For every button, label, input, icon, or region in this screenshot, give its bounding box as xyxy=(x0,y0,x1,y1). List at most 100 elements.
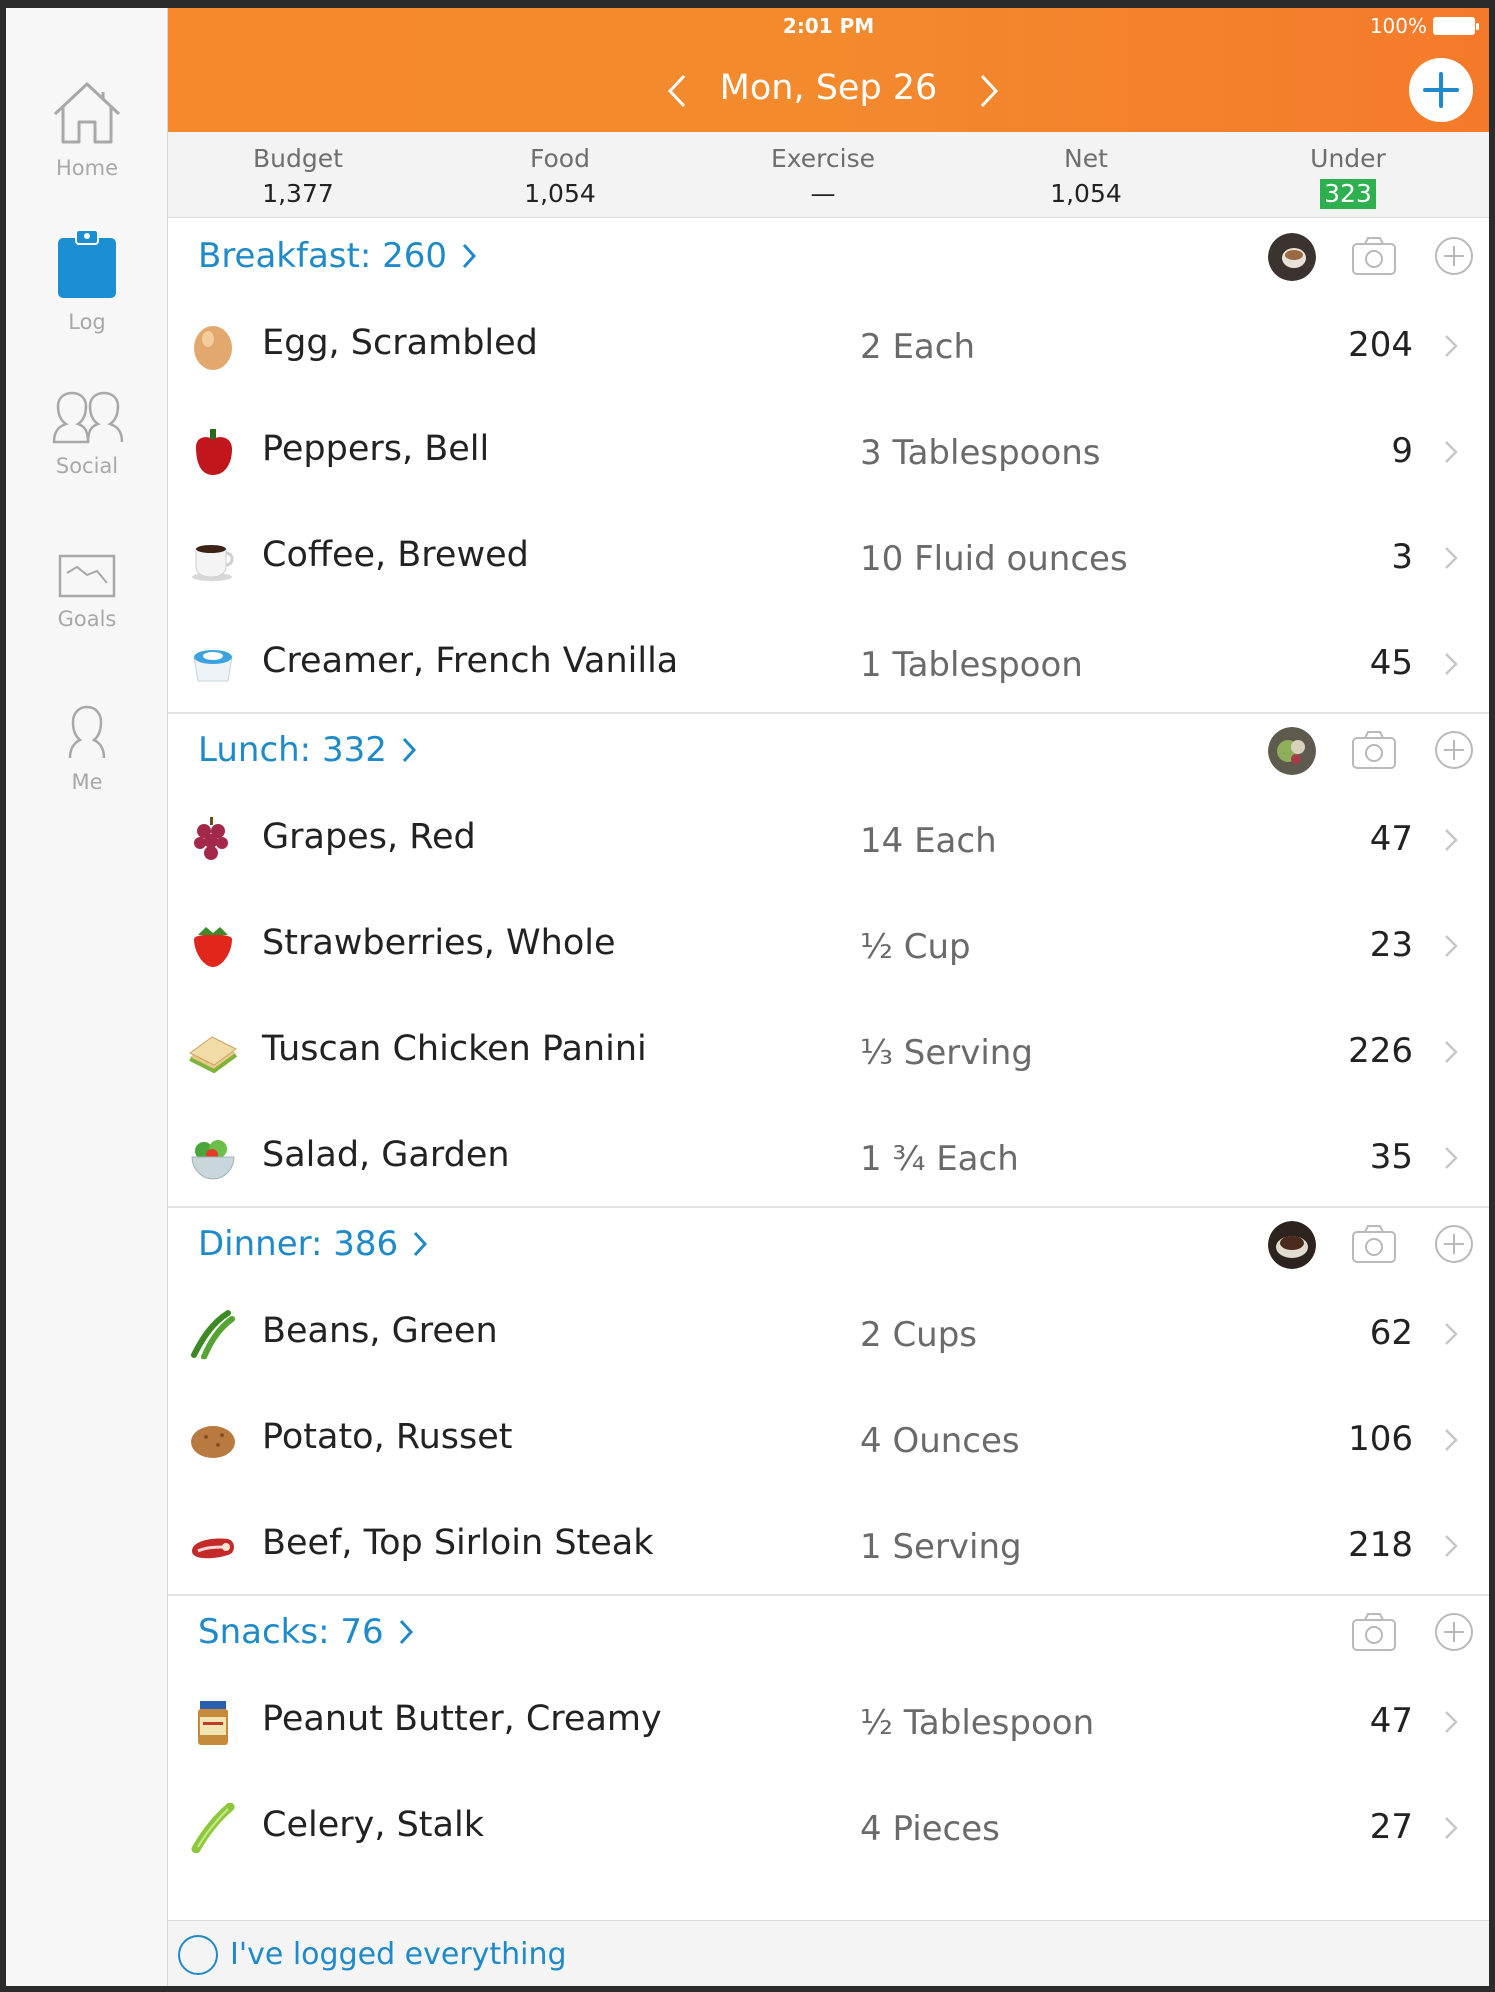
grapes-icon xyxy=(194,817,228,860)
camera-icon[interactable] xyxy=(1351,1612,1397,1652)
egg-icon xyxy=(194,326,232,370)
summary-food: Food 1,054 xyxy=(524,144,596,208)
under-badge: 323 xyxy=(1320,179,1376,209)
summary-under: Under 323 xyxy=(1310,144,1386,209)
dinner-header: Dinner: 386 xyxy=(168,1208,1489,1282)
people-icon xyxy=(52,391,124,444)
chevron-right-icon xyxy=(414,1231,428,1257)
add-circle-icon[interactable] xyxy=(1434,236,1474,276)
logged-label[interactable]: I've logged everything xyxy=(230,1937,567,1972)
food-row[interactable]: Potato, Russet 4 Ounces 106 xyxy=(168,1387,1489,1493)
chevron-right-icon xyxy=(462,243,477,269)
sidebar-item-me[interactable]: Me xyxy=(6,704,168,794)
top-bar: 2:01 PM 100% Mon, Sep 26 xyxy=(168,8,1489,132)
strawberry-icon xyxy=(194,927,232,967)
calorie-summary: Budget 1,377 Food 1,054 Exercise — Net 1… xyxy=(168,132,1489,218)
food-row[interactable]: Peppers, Bell 3 Tablespoons 9 xyxy=(168,399,1489,505)
snacks-title[interactable]: Snacks: 76 xyxy=(198,1612,414,1652)
coffee-cup-icon xyxy=(192,545,234,581)
chevron-right-icon xyxy=(1445,1535,1458,1557)
sidebar-item-label: Social xyxy=(55,454,119,478)
status-battery: 100% xyxy=(1369,14,1479,38)
dinner-title[interactable]: Dinner: 386 xyxy=(198,1224,428,1264)
date-navigation: Mon, Sep 26 xyxy=(168,66,1489,116)
green-beans-icon xyxy=(191,1310,235,1359)
add-circle-icon[interactable] xyxy=(1434,1224,1474,1264)
sidebar: Home Log Social Goals Me xyxy=(6,8,168,1986)
chevron-right-icon xyxy=(1445,829,1458,851)
battery-icon xyxy=(1433,17,1479,35)
food-row[interactable]: Celery, Stalk 4 Pieces 27 xyxy=(168,1775,1489,1881)
breakfast-header: Breakfast: 260 xyxy=(168,220,1489,294)
chevron-right-icon xyxy=(1445,547,1458,569)
food-row[interactable]: Grapes, Red 14 Each 47 xyxy=(168,787,1489,893)
add-circle-icon[interactable] xyxy=(1434,730,1474,770)
sidebar-item-label: Log xyxy=(68,310,106,334)
chevron-right-icon xyxy=(1445,1147,1458,1169)
lunch-header: Lunch: 332 xyxy=(168,714,1489,788)
meal-photo[interactable] xyxy=(1268,1221,1316,1269)
chevron-right-icon xyxy=(1445,935,1458,957)
person-icon xyxy=(68,705,106,759)
date-label[interactable]: Mon, Sep 26 xyxy=(168,68,1489,108)
food-row[interactable]: Strawberries, Whole ½ Cup 23 xyxy=(168,893,1489,999)
sandwich-icon xyxy=(189,1036,238,1074)
breakfast-title[interactable]: Breakfast: 260 xyxy=(198,236,477,276)
chevron-right-icon xyxy=(1445,1041,1458,1063)
meal-photo[interactable] xyxy=(1268,727,1316,775)
logged-checkbox[interactable] xyxy=(178,1935,218,1975)
camera-icon[interactable] xyxy=(1351,1224,1397,1264)
app-window: Home Log Social Goals Me 2:01 PM 100% Mo… xyxy=(6,8,1489,1986)
home-icon xyxy=(53,82,121,144)
sidebar-item-social[interactable]: Social xyxy=(6,390,168,478)
sidebar-item-home[interactable]: Home xyxy=(6,78,168,180)
add-circle-icon[interactable] xyxy=(1434,1612,1474,1652)
camera-icon[interactable] xyxy=(1351,236,1397,276)
battery-percent: 100% xyxy=(1369,14,1427,38)
status-time: 2:01 PM xyxy=(782,14,875,38)
meal-photo[interactable] xyxy=(1268,233,1316,281)
chevron-right-icon xyxy=(1445,1323,1458,1345)
summary-net: Net 1,054 xyxy=(1050,144,1122,208)
bell-pepper-icon xyxy=(196,429,232,475)
chevron-right-icon xyxy=(1445,1817,1458,1839)
food-row[interactable]: Coffee, Brewed 10 Fluid ounces 3 xyxy=(168,505,1489,611)
chevron-right-icon xyxy=(402,737,416,763)
food-row[interactable]: Peanut Butter, Creamy ½ Tablespoon 47 xyxy=(168,1669,1489,1775)
food-row[interactable]: Salad, Garden 1 ¾ Each 35 xyxy=(168,1105,1489,1211)
food-row[interactable]: Creamer, French Vanilla 1 Tablespoon 45 xyxy=(168,611,1489,717)
clipboard-icon xyxy=(58,229,116,298)
steak-icon xyxy=(192,1538,234,1559)
potato-icon xyxy=(191,1426,235,1458)
main-content: 2:01 PM 100% Mon, Sep 26 Budget 1,377 Fo… xyxy=(168,8,1489,1986)
food-row[interactable]: Beef, Top Sirloin Steak 1 Serving 218 xyxy=(168,1493,1489,1599)
chevron-right-icon xyxy=(1445,335,1458,357)
chevron-right-icon xyxy=(1445,441,1458,463)
summary-exercise: Exercise — xyxy=(770,144,876,208)
creamer-cup-icon xyxy=(193,650,233,682)
logged-everything-bar: I've logged everything xyxy=(168,1920,1489,1986)
sidebar-item-log[interactable]: Log xyxy=(6,226,168,334)
add-button[interactable] xyxy=(1409,58,1473,122)
camera-icon[interactable] xyxy=(1351,730,1397,770)
sidebar-item-label: Me xyxy=(71,770,103,794)
chevron-right-icon xyxy=(1445,1429,1458,1451)
peanut-butter-jar-icon xyxy=(198,1701,228,1745)
chart-icon xyxy=(58,554,116,598)
lunch-title[interactable]: Lunch: 332 xyxy=(198,730,417,770)
chevron-left-icon[interactable] xyxy=(658,66,698,116)
food-row[interactable]: Egg, Scrambled 2 Each 204 xyxy=(168,293,1489,399)
snacks-header: Snacks: 76 xyxy=(168,1596,1489,1670)
sidebar-item-goals[interactable]: Goals xyxy=(6,553,168,631)
chevron-right-icon xyxy=(399,1619,413,1645)
chevron-right-icon[interactable] xyxy=(968,66,1008,116)
summary-budget: Budget 1,377 xyxy=(253,144,343,208)
celery-icon xyxy=(191,1803,235,1853)
food-row[interactable]: Tuscan Chicken Panini ⅓ Serving 226 xyxy=(168,999,1489,1105)
sidebar-item-label: Home xyxy=(55,156,118,180)
food-row[interactable]: Beans, Green 2 Cups 62 xyxy=(168,1281,1489,1387)
chevron-right-icon xyxy=(1445,1711,1458,1733)
sidebar-item-label: Goals xyxy=(57,607,117,631)
salad-bowl-icon xyxy=(191,1140,235,1180)
chevron-right-icon xyxy=(1445,653,1458,675)
